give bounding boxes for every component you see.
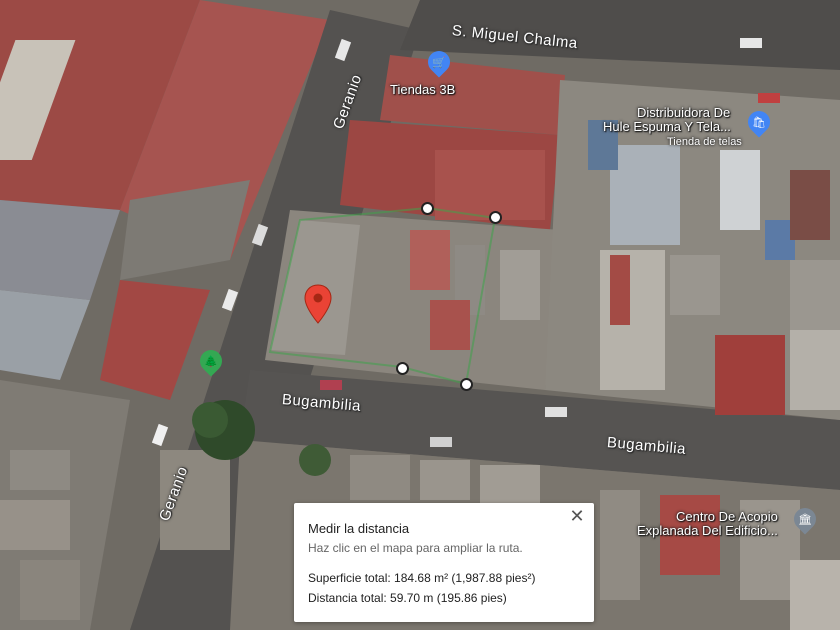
poi-label-distribuidora-line1[interactable]: Distribuidora De [637,106,730,120]
close-icon[interactable]: ✕ [566,505,588,527]
tree-icon[interactable]: 🌲 [195,345,227,377]
measure-area: Superficie total: 184.68 m² (1,987.88 pi… [308,571,536,585]
measure-title: Medir la distancia [308,521,410,536]
measure-point[interactable] [396,362,409,375]
poi-label-distribuidora-line2[interactable]: Hule Espuma Y Tela... [603,120,731,134]
measure-distance-panel: Medir la distancia Haz clic en el mapa p… [294,503,594,622]
measure-point[interactable] [460,378,473,391]
shopping-cart-icon[interactable]: 🛒 [423,46,455,78]
poi-label-centro-line1[interactable]: Centro De Acopio [676,510,778,524]
measure-distance: Distancia total: 59.70 m (195.86 pies) [308,591,507,605]
poi-label-centro-line2[interactable]: Explanada Del Edificio... [637,524,778,538]
poi-category-distribuidora: Tienda de telas [667,136,742,148]
poi-label-tiendas[interactable]: Tiendas 3B [390,83,455,97]
measure-point[interactable] [489,211,502,224]
measure-hint: Haz clic en el mapa para ampliar la ruta… [308,541,523,555]
measure-point[interactable] [421,202,434,215]
building-icon[interactable]: 🏛 [789,503,821,535]
location-pin-icon[interactable] [304,284,332,324]
shopping-bag-icon[interactable]: 🛍 [743,106,775,138]
